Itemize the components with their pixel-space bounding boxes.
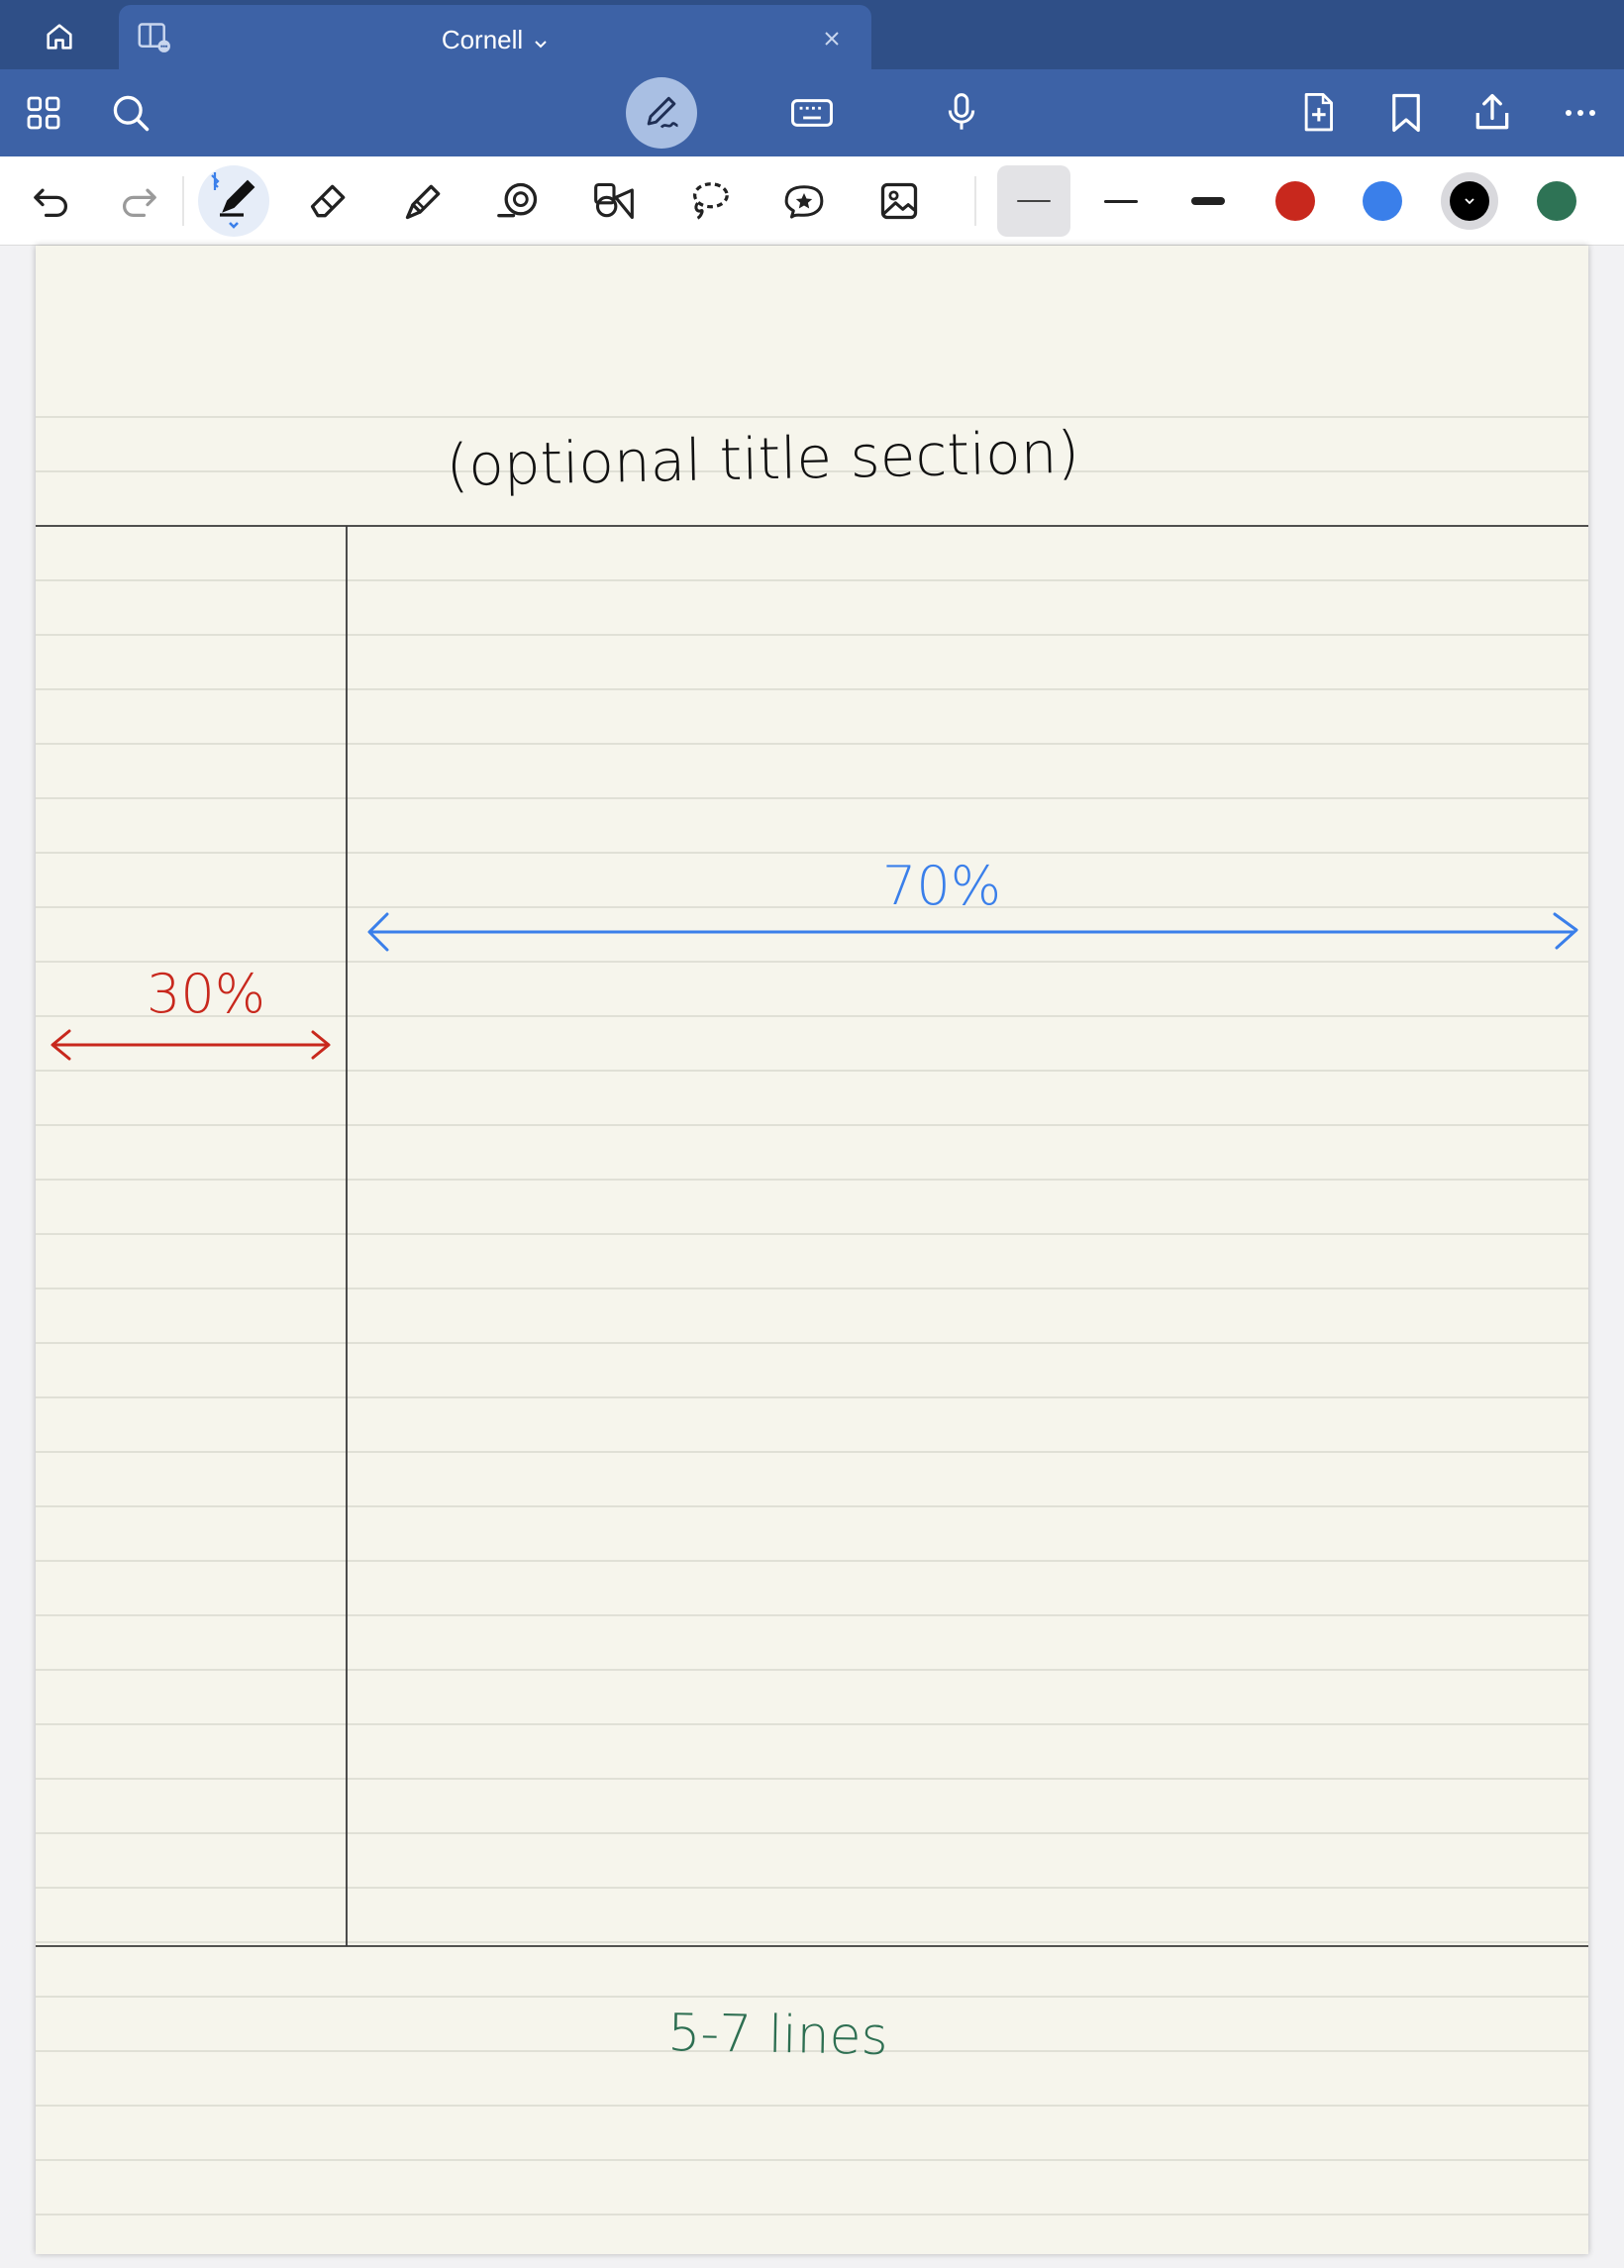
cue-width-arrow (51, 1029, 331, 1061)
eraser-tool-button[interactable] (297, 169, 360, 233)
close-icon (825, 32, 839, 46)
tab-bar: Cornell (0, 0, 1624, 69)
home-button[interactable] (28, 15, 91, 58)
share-icon (1475, 93, 1509, 130)
close-tab-button[interactable] (814, 21, 850, 56)
toolbar-divider (182, 176, 184, 226)
toolbar-divider (974, 176, 976, 226)
undo-button[interactable] (20, 169, 83, 233)
spiral-icon (497, 182, 538, 218)
document-tab[interactable]: Cornell (119, 5, 871, 69)
tab-title[interactable]: Cornell (119, 25, 871, 57)
stroke-thick-swatch (1191, 197, 1225, 205)
color-swatch (1275, 181, 1315, 221)
eraser-icon (310, 184, 346, 218)
pen-tool-button[interactable] (198, 165, 269, 237)
color-red-button[interactable] (1270, 176, 1320, 226)
sticker-icon (784, 185, 824, 219)
color-swatch (1363, 181, 1402, 221)
image-icon (880, 182, 918, 220)
color-swatch (1537, 181, 1576, 221)
color-swatch (1450, 181, 1489, 221)
chevron-down-icon (1465, 198, 1474, 205)
keyboard-icon (791, 99, 833, 127)
add-page-icon (1304, 92, 1333, 132)
search-button[interactable] (99, 81, 162, 145)
grid-icon (27, 96, 60, 130)
stroke-thin-swatch (1017, 200, 1051, 202)
chevron-down-icon (533, 27, 549, 57)
title-note: (optional title section) (446, 419, 1080, 499)
shapes-icon (594, 182, 634, 220)
bookmark-icon (1392, 93, 1420, 133)
shape-eraser-tool-button[interactable] (487, 169, 551, 233)
top-toolbar (0, 69, 1624, 156)
summary-lines-note: 5-7 lines (667, 2004, 888, 2067)
more-options-button[interactable] (1549, 81, 1612, 145)
stroke-medium-button[interactable] (1084, 165, 1158, 237)
lasso-icon (692, 182, 729, 220)
color-green-button[interactable] (1532, 176, 1581, 226)
stroke-medium-swatch (1104, 199, 1138, 203)
add-page-button[interactable] (1286, 81, 1350, 145)
share-button[interactable] (1461, 81, 1524, 145)
pen-mode-icon (647, 96, 678, 129)
pen-icon (211, 172, 255, 229)
home-icon (47, 24, 72, 50)
stroke-thin-button[interactable] (997, 165, 1070, 237)
notes-width-note: 70% (882, 855, 1001, 917)
lasso-tool-button[interactable] (677, 169, 741, 233)
color-black-button[interactable] (1441, 172, 1498, 230)
highlighter-icon (405, 184, 441, 220)
color-blue-button[interactable] (1358, 176, 1407, 226)
redo-button[interactable] (107, 169, 170, 233)
more-icon (1566, 110, 1595, 116)
cornell-template: (optional title section) 70% 30% 5-7 lin… (36, 416, 1588, 2216)
drawing-toolbar (0, 156, 1624, 246)
notebook-page[interactable]: (optional title section) 70% 30% 5-7 lin… (36, 246, 1588, 2254)
thumbnails-button[interactable] (12, 81, 75, 145)
highlighter-tool-button[interactable] (392, 169, 456, 233)
search-icon (113, 95, 150, 132)
bookmark-button[interactable] (1374, 81, 1438, 145)
stroke-thick-button[interactable] (1171, 165, 1245, 237)
undo-icon (34, 188, 68, 218)
cue-width-note: 30% (147, 963, 265, 1025)
shapes-tool-button[interactable] (582, 169, 646, 233)
dictation-button[interactable] (930, 81, 993, 145)
tab-title-text: Cornell (441, 25, 524, 54)
ruled-lines (36, 416, 1588, 2216)
notes-app: Cornell (optional title section) 70% 30%… (0, 0, 1624, 2268)
image-tool-button[interactable] (867, 169, 931, 233)
microphone-icon (948, 93, 975, 130)
keyboard-mode-button[interactable] (780, 81, 844, 145)
handwriting-mode-button[interactable] (626, 77, 697, 149)
notes-width-arrow (367, 912, 1578, 952)
redo-icon (122, 188, 156, 218)
sticker-tool-button[interactable] (772, 169, 836, 233)
